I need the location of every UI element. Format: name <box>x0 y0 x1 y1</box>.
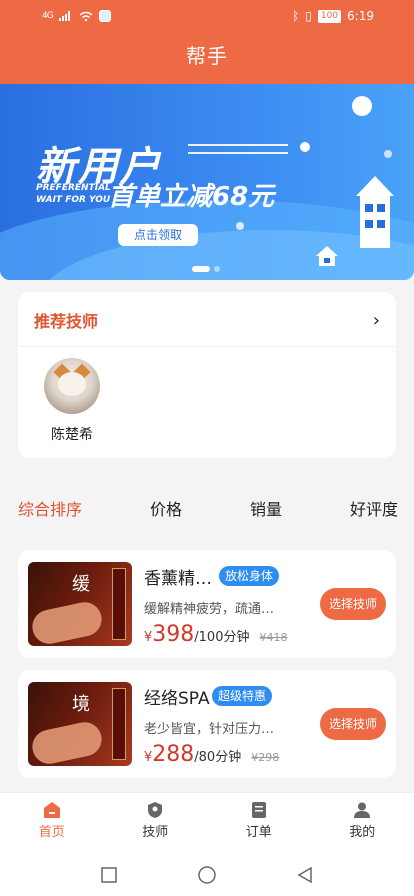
thumbnail-glyph: 境 <box>72 694 90 715</box>
bottom-tab-bar: 首页 技师 订单 我的 <box>0 792 414 854</box>
order-icon <box>229 799 289 821</box>
banner-english-line-2: WAIT FOR YOU <box>36 195 111 205</box>
page-title: 帮手 <box>186 44 228 68</box>
carousel-dot <box>214 266 220 272</box>
banner-lines <box>188 138 288 160</box>
banner-english: PREFERENTIAL WAIT FOR YOU <box>36 182 111 206</box>
price-duration: /100分钟 <box>194 630 250 645</box>
divider <box>18 346 396 347</box>
service-tag: 超级特惠 <box>212 686 273 706</box>
chevron-right-icon[interactable]: › <box>373 310 380 331</box>
tab-label: 首页 <box>38 825 65 840</box>
bluetooth-icon: ᛒ <box>292 9 300 23</box>
tab-label: 订单 <box>245 825 272 840</box>
user-icon <box>332 799 392 821</box>
vibrate-icon: ▯ <box>305 9 312 23</box>
carousel-dot-active <box>192 266 210 272</box>
network-indicator: 4G <box>42 11 54 21</box>
status-bar: 4G ᛒ ▯ 100 6:19 <box>0 0 414 32</box>
recommended-technicians-card: 推荐技师 › 陈楚希 <box>18 292 396 458</box>
carousel-indicator <box>192 266 220 272</box>
original-price: ¥298 <box>251 751 280 764</box>
service-thumbnail: 境 <box>28 682 132 766</box>
choose-technician-button[interactable]: 选择技师 <box>320 708 386 740</box>
banner-bubble <box>300 142 310 152</box>
original-price: ¥418 <box>259 631 288 644</box>
tab-label: 技师 <box>142 825 169 840</box>
system-nav-bar <box>0 854 414 896</box>
app-root: 4G ᛒ ▯ 100 6:19 帮手 新用户 PREFERENTIAL WAIT… <box>0 0 414 896</box>
shield-icon <box>125 799 185 821</box>
avatar-face <box>58 372 86 396</box>
promo-banner[interactable]: 新用户 PREFERENTIAL WAIT FOR YOU 首单立减68元 点击… <box>0 84 414 280</box>
price-value: 288 <box>152 742 195 767</box>
clock: 6:19 <box>347 9 374 23</box>
service-card[interactable]: 境 经络SPA 超级特惠 老少皆宜，针对压力… ¥288/80分钟 ¥298 选择… <box>18 670 396 778</box>
thumbnail-strip <box>112 568 126 640</box>
service-tag: 放松身体 <box>219 566 280 586</box>
tab-technicians[interactable]: 技师 <box>125 793 185 854</box>
service-price: ¥398/100分钟 ¥418 <box>144 622 287 647</box>
sort-tabs: 综合排序 价格 销量 好评度 <box>0 496 414 520</box>
choose-technician-button[interactable]: 选择技师 <box>320 588 386 620</box>
banner-bubble <box>384 150 392 158</box>
thumbnail-glyph: 缓 <box>72 574 90 595</box>
recents-icon[interactable] <box>100 866 118 884</box>
service-name: 经络SPA <box>144 689 210 709</box>
sort-tab-price[interactable]: 价格 <box>150 496 182 520</box>
house-icon <box>356 176 394 248</box>
service-card[interactable]: 缓 香薰精… 放松身体 缓解精神疲劳，疏通… ¥398/100分钟 ¥418 选择… <box>18 550 396 658</box>
app-notification-icon <box>98 10 111 22</box>
technicians-header[interactable]: 推荐技师 › <box>18 292 396 332</box>
back-icon[interactable] <box>296 866 314 884</box>
home-icon <box>22 799 82 821</box>
technicians-title: 推荐技师 <box>34 312 99 331</box>
technician-name: 陈楚希 <box>51 427 93 443</box>
status-right: ᛒ ▯ 100 6:19 <box>292 9 374 23</box>
home-button-icon[interactable] <box>197 865 217 885</box>
technician-item[interactable]: 陈楚希 <box>44 358 100 444</box>
wifi-icon <box>79 11 93 21</box>
banner-bubble <box>352 96 372 116</box>
service-price: ¥288/80分钟 ¥298 <box>144 742 279 767</box>
sort-tab-rating[interactable]: 好评度 <box>350 496 398 520</box>
price-duration: /80分钟 <box>194 750 242 765</box>
price-value: 398 <box>152 622 195 647</box>
tab-mine[interactable]: 我的 <box>332 793 392 854</box>
banner-offer: 首单立减68元 <box>108 182 275 212</box>
banner-bubble <box>236 222 244 230</box>
thumbnail-hand <box>29 599 105 646</box>
service-description: 缓解精神疲劳，疏通… <box>144 602 275 617</box>
battery-indicator: 100 <box>317 9 342 23</box>
sort-tab-sales[interactable]: 销量 <box>250 496 282 520</box>
claim-button[interactable]: 点击领取 <box>118 224 198 246</box>
banner-english-line-1: PREFERENTIAL <box>36 183 111 193</box>
service-description: 老少皆宜，针对压力… <box>144 722 275 737</box>
signal-icon <box>58 11 70 21</box>
tab-orders[interactable]: 订单 <box>229 793 289 854</box>
thumbnail-strip <box>112 688 126 760</box>
status-left: 4G <box>42 10 111 22</box>
sort-tab-comprehensive[interactable]: 综合排序 <box>18 496 82 520</box>
thumbnail-hand <box>29 719 105 766</box>
service-name: 香薰精… <box>144 569 212 589</box>
tab-label: 我的 <box>349 825 376 840</box>
small-house-icon <box>316 246 338 266</box>
top-bar: 4G ᛒ ▯ 100 6:19 帮手 <box>0 0 414 84</box>
tab-home[interactable]: 首页 <box>22 793 82 854</box>
avatar[interactable] <box>44 358 100 414</box>
service-thumbnail: 缓 <box>28 562 132 646</box>
